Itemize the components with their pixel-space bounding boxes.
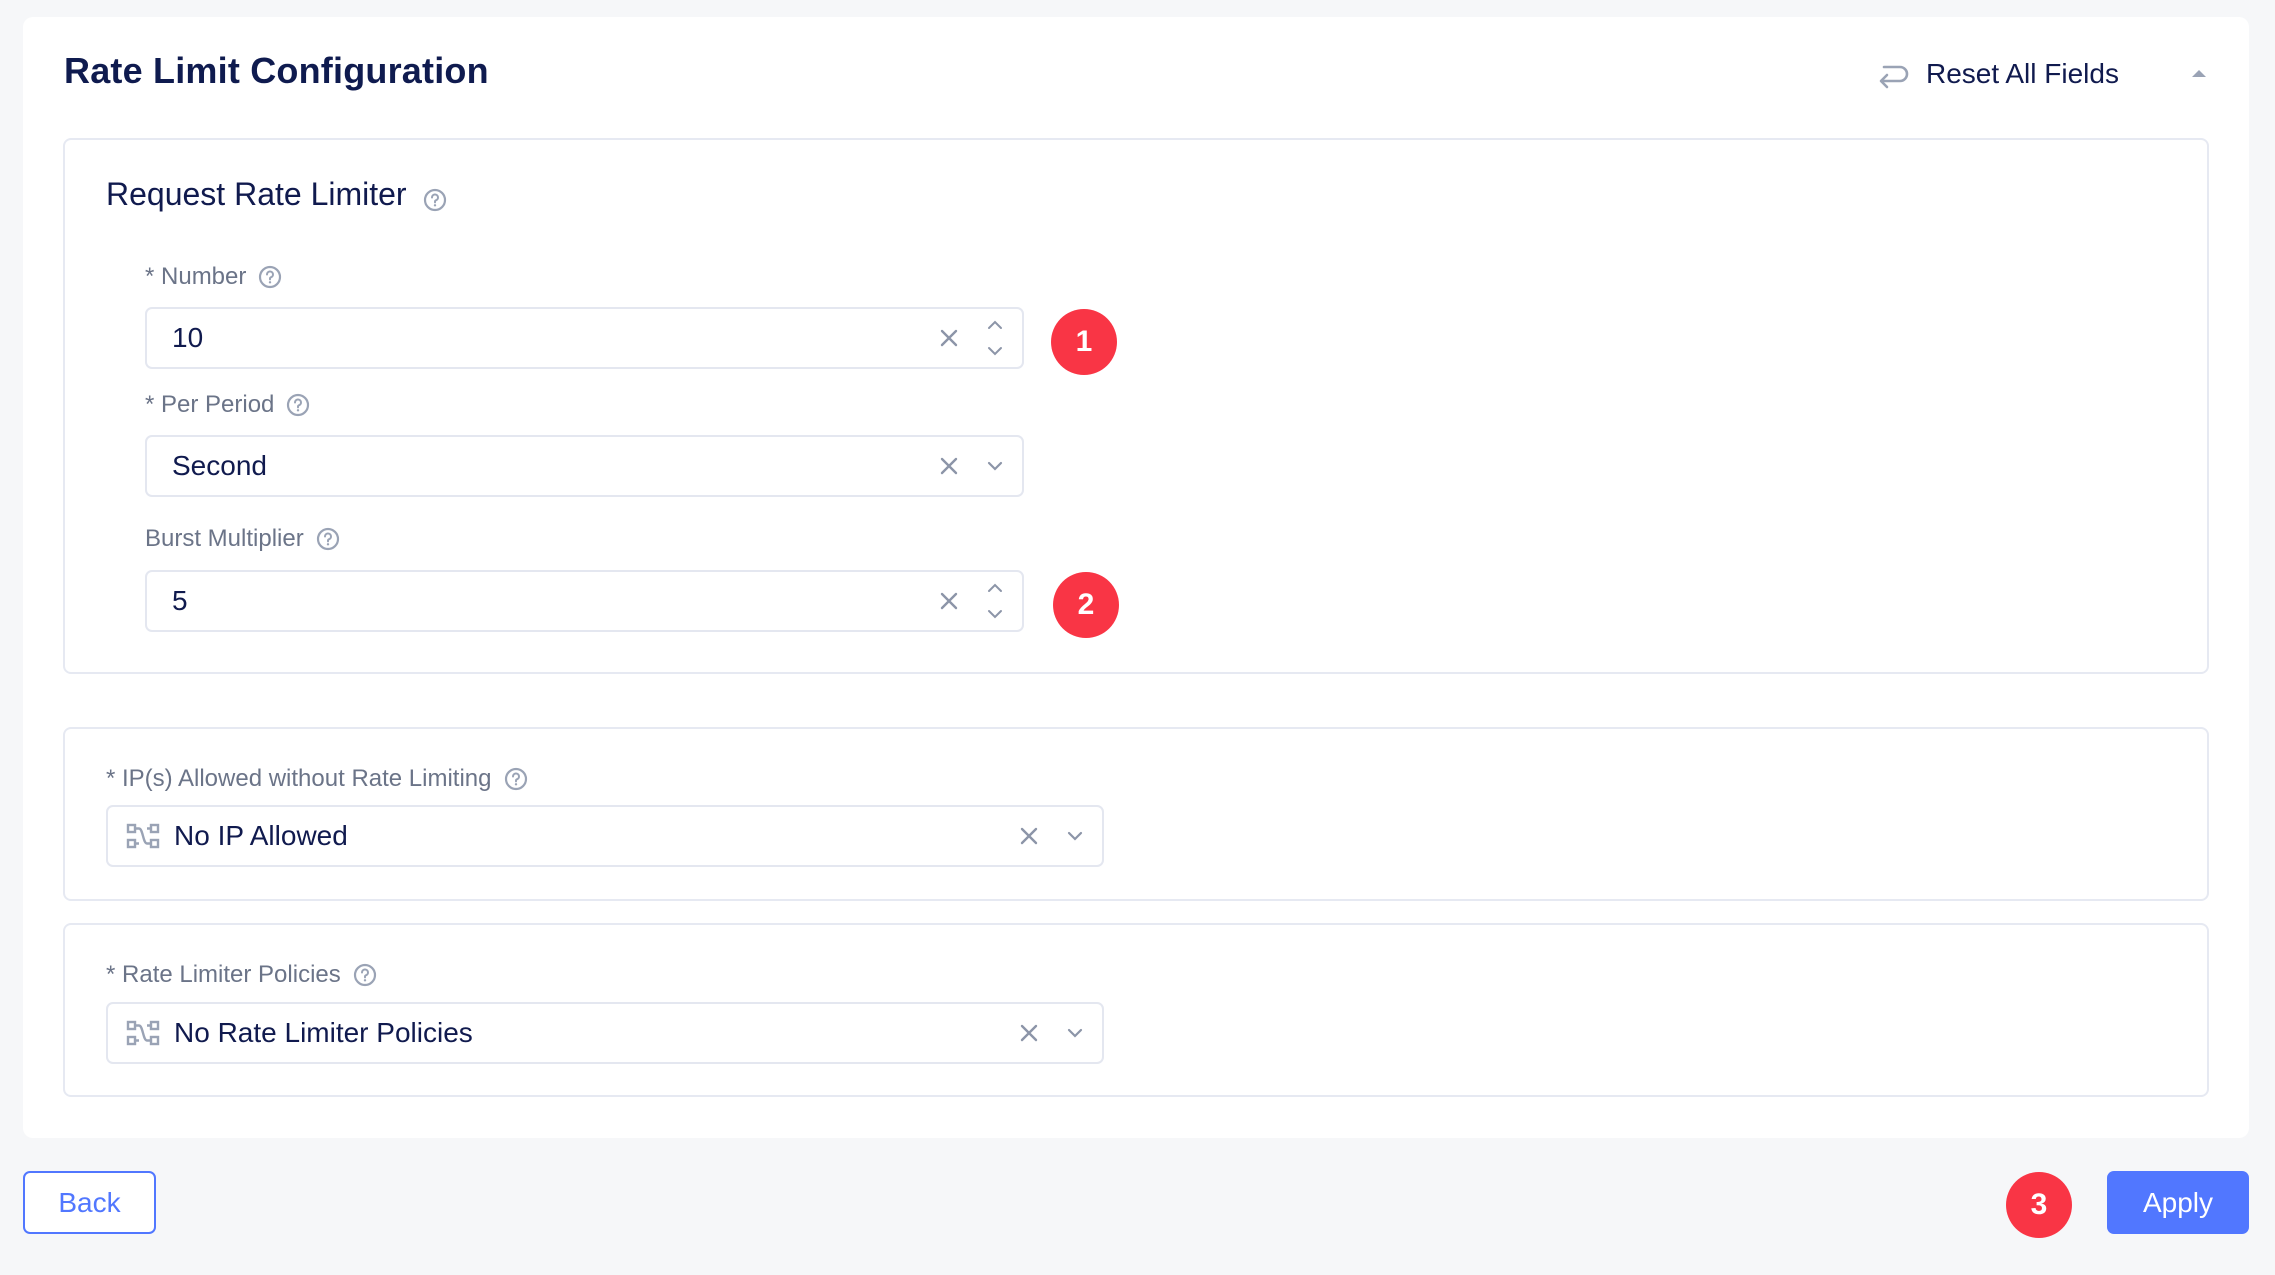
ip-allowed-select[interactable]: No IP Allowed bbox=[106, 805, 1104, 867]
chevron-down-icon[interactable] bbox=[982, 451, 1008, 481]
increment-icon[interactable] bbox=[987, 579, 1003, 597]
section-title: Request Rate Limiter bbox=[106, 176, 407, 212]
number-value[interactable]: 10 bbox=[147, 322, 934, 354]
number-label-text: * Number bbox=[145, 263, 247, 290]
chevron-down-icon[interactable] bbox=[1062, 821, 1088, 851]
number-input[interactable]: 10 bbox=[145, 307, 1024, 369]
decrement-icon[interactable] bbox=[987, 605, 1003, 623]
help-circle-icon[interactable] bbox=[316, 527, 340, 551]
help-circle-icon[interactable] bbox=[423, 183, 447, 211]
annotation-badge-3: 3 bbox=[2006, 1172, 2072, 1238]
rate-limiter-policies-label: * Rate Limiter Policies bbox=[106, 961, 377, 989]
clear-icon[interactable] bbox=[934, 451, 964, 481]
increment-icon[interactable] bbox=[987, 316, 1003, 334]
help-circle-icon[interactable] bbox=[258, 265, 282, 289]
rate-limiter-policies-label-text: * Rate Limiter Policies bbox=[106, 961, 341, 988]
network-icon bbox=[126, 822, 160, 850]
burst-multiplier-stepper[interactable] bbox=[982, 579, 1008, 623]
rate-limiter-policies-select[interactable]: No Rate Limiter Policies bbox=[106, 1002, 1104, 1064]
help-circle-icon[interactable] bbox=[504, 767, 528, 791]
network-icon bbox=[126, 1019, 160, 1047]
per-period-select[interactable]: Second bbox=[145, 435, 1024, 497]
burst-multiplier-label: Burst Multiplier bbox=[145, 525, 340, 553]
reset-all-fields-label: Reset All Fields bbox=[1926, 58, 2119, 89]
number-label: * Number bbox=[145, 263, 282, 291]
reset-all-fields-button[interactable]: Reset All Fields bbox=[1876, 54, 2119, 94]
clear-icon[interactable] bbox=[1014, 1018, 1044, 1048]
number-stepper[interactable] bbox=[982, 316, 1008, 360]
undo-return-icon bbox=[1876, 59, 1910, 89]
rate-limiter-policies-value: No Rate Limiter Policies bbox=[174, 1017, 473, 1048]
clear-icon[interactable] bbox=[934, 323, 964, 353]
help-circle-icon[interactable] bbox=[286, 393, 310, 417]
per-period-label: * Per Period bbox=[145, 391, 310, 419]
collapse-toggle[interactable] bbox=[2186, 60, 2212, 86]
burst-multiplier-input[interactable]: 5 bbox=[145, 570, 1024, 632]
burst-multiplier-label-text: Burst Multiplier bbox=[145, 525, 304, 552]
clear-icon[interactable] bbox=[934, 586, 964, 616]
per-period-label-text: * Per Period bbox=[145, 391, 275, 418]
burst-multiplier-value[interactable]: 5 bbox=[147, 585, 934, 617]
ip-allowed-label-text: * IP(s) Allowed without Rate Limiting bbox=[106, 765, 492, 792]
ip-allowed-label: * IP(s) Allowed without Rate Limiting bbox=[106, 765, 528, 793]
annotation-badge-2: 2 bbox=[1053, 572, 1119, 638]
clear-icon[interactable] bbox=[1014, 821, 1044, 851]
back-button[interactable]: Back bbox=[23, 1171, 156, 1234]
apply-button[interactable]: Apply bbox=[2107, 1171, 2249, 1234]
help-circle-icon[interactable] bbox=[353, 963, 377, 987]
chevron-up-icon bbox=[2190, 67, 2208, 79]
chevron-down-icon[interactable] bbox=[1062, 1018, 1088, 1048]
page-title: Rate Limit Configuration bbox=[64, 50, 489, 91]
decrement-icon[interactable] bbox=[987, 342, 1003, 360]
ip-allowed-value: No IP Allowed bbox=[174, 820, 348, 851]
request-rate-limiter-heading: Request Rate Limiter bbox=[106, 176, 447, 213]
per-period-value: Second bbox=[172, 450, 267, 481]
annotation-badge-1: 1 bbox=[1051, 309, 1117, 375]
